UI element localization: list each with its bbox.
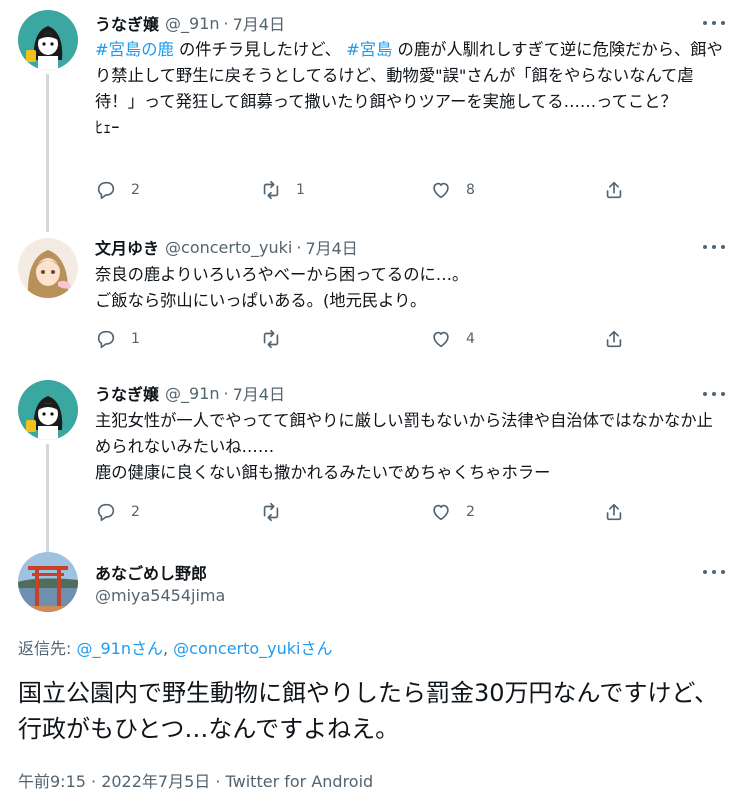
avatar[interactable] bbox=[18, 552, 78, 612]
tweet-timestamp[interactable]: 午前9:15 · 2022年7月5日 · Twitter for Android bbox=[18, 768, 373, 792]
main-tweet-text: 国立公園内で野生動物に餌やりしたら罰金30万円なんですけど、行政がもひとつ…なん… bbox=[18, 679, 719, 743]
more-options-icon[interactable] bbox=[703, 566, 725, 578]
torii-gate-avatar-icon bbox=[18, 552, 78, 612]
replying-to: 返信先: @_91nさん, @concerto_yukiさん bbox=[18, 635, 333, 659]
mention-separator: , bbox=[163, 639, 174, 658]
mention-link[interactable]: @_91nさん bbox=[76, 639, 163, 658]
main-tweet: あなごめし野郎 @miya5454jima 返信先: @_91nさん, @con… bbox=[0, 0, 739, 806]
replying-label: 返信先: bbox=[18, 639, 77, 658]
username[interactable]: @miya5454jima bbox=[95, 586, 225, 605]
mention-link[interactable]: @concerto_yukiさん bbox=[173, 639, 332, 658]
display-name[interactable]: あなごめし野郎 bbox=[95, 560, 207, 584]
